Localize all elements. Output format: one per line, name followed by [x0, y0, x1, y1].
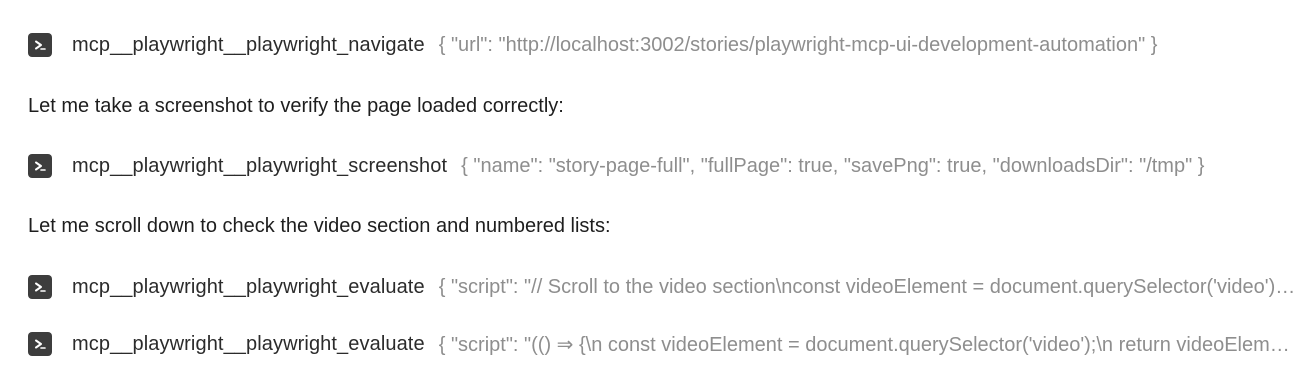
message-text: Let me take a screenshot to verify the p…	[28, 94, 564, 117]
tool-call-evaluate[interactable]: mcp__playwright__playwright_evaluate { "…	[28, 272, 1302, 302]
assistant-message: Let me scroll down to check the video se…	[28, 212, 1302, 240]
tool-name: mcp__playwright__playwright_evaluate	[72, 332, 425, 355]
tool-name: mcp__playwright__playwright_navigate	[72, 33, 425, 56]
tool-args: { "script": "// Scroll to the video sect…	[438, 275, 1301, 298]
terminal-icon	[28, 275, 52, 299]
message-text: Let me scroll down to check the video se…	[28, 214, 611, 237]
tool-args: { "name": "story-page-full", "fullPage":…	[461, 154, 1205, 177]
tool-args: { "script": "(() ⇒ {\n const videoElemen…	[438, 333, 1302, 356]
tool-name: mcp__playwright__playwright_screenshot	[72, 154, 448, 177]
terminal-icon	[28, 332, 52, 356]
tool-name: mcp__playwright__playwright_evaluate	[72, 275, 425, 298]
tool-args: { "url": "http://localhost:3002/stories/…	[438, 33, 1158, 56]
tool-call-screenshot[interactable]: mcp__playwright__playwright_screenshot {…	[28, 151, 1302, 181]
tool-call-evaluate[interactable]: mcp__playwright__playwright_evaluate { "…	[28, 329, 1302, 359]
tool-call-navigate[interactable]: mcp__playwright__playwright_navigate { "…	[28, 30, 1302, 60]
assistant-message: Let me take a screenshot to verify the p…	[28, 92, 1302, 120]
terminal-icon	[28, 154, 52, 178]
terminal-icon	[28, 33, 52, 57]
